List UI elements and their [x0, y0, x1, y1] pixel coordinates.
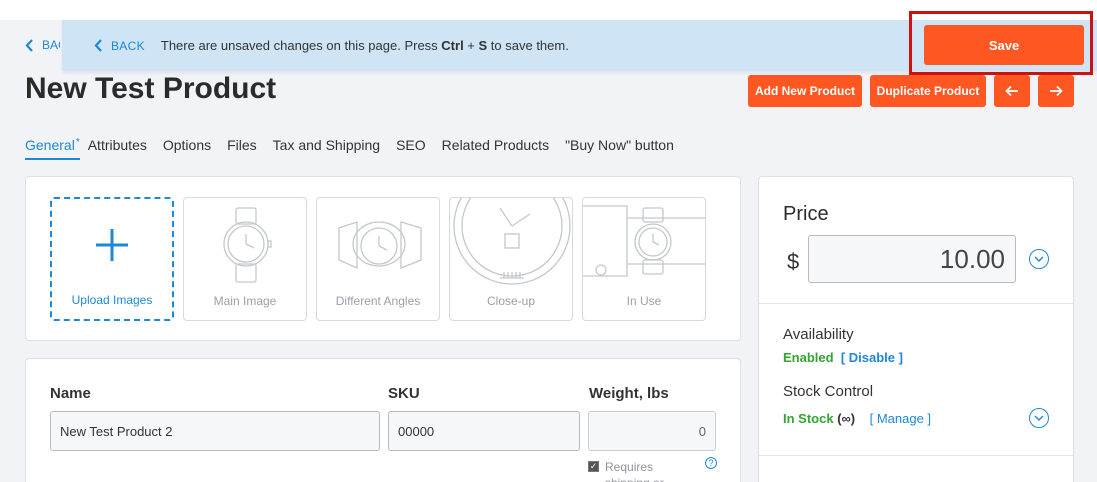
availability-status: Enabled [ Disable ] — [783, 350, 903, 365]
sku-input[interactable]: 00000 — [388, 411, 580, 451]
manage-stock-link[interactable]: [ Manage ] — [870, 411, 931, 426]
duplicate-product-button[interactable]: Duplicate Product — [870, 75, 986, 107]
price-label: Price — [783, 203, 829, 225]
name-label: Name — [50, 385, 91, 402]
different-angles-label: Different Angles — [335, 294, 421, 308]
stock-divider — [759, 455, 1073, 456]
disable-link[interactable]: [ Disable ] — [841, 350, 903, 365]
in-use-slot[interactable]: In Use — [582, 197, 706, 321]
stock-status-text: In Stock — [783, 411, 834, 426]
tab-buy-now-button[interactable]: "Buy Now" button — [565, 137, 674, 160]
watch-wrist-icon — [583, 205, 705, 277]
price-panel: Price $ 10.00 Availability Enabled [ Dis… — [758, 176, 1074, 482]
stock-control-label: Stock Control — [783, 383, 874, 400]
tab-files[interactable]: Files — [227, 137, 257, 160]
tab-general-label: General — [25, 137, 75, 153]
product-tabs: General* Attributes Options Files Tax an… — [25, 137, 674, 160]
currency-symbol: $ — [787, 249, 800, 274]
images-panel: Upload Images Main Image Different Angle… — [25, 176, 741, 341]
in-use-label: In Use — [626, 294, 662, 308]
sku-label: SKU — [388, 385, 420, 402]
close-up-label: Close-up — [486, 294, 536, 308]
save-highlight-box: Save — [909, 11, 1093, 75]
weight-label: Weight, lbs — [589, 385, 669, 402]
shortcut-key-s: S — [478, 38, 488, 53]
tab-attributes[interactable]: Attributes — [88, 137, 147, 160]
arrow-left-icon — [1005, 85, 1018, 97]
unsaved-message-prefix: There are unsaved changes on this page. … — [160, 38, 442, 53]
price-divider — [759, 303, 1073, 304]
modified-mark: * — [75, 137, 80, 148]
back-link-behind[interactable]: BACK — [25, 38, 60, 52]
save-button[interactable]: Save — [924, 25, 1084, 65]
tab-related-products[interactable]: Related Products — [442, 137, 549, 160]
tab-general[interactable]: General* — [25, 137, 80, 160]
arrow-right-icon — [1050, 85, 1063, 97]
different-angles-slot[interactable]: Different Angles — [316, 197, 440, 321]
next-product-button[interactable] — [1038, 75, 1074, 107]
main-image-label: Main Image — [213, 294, 277, 308]
unsaved-message-suffix: to save them. — [487, 38, 569, 53]
back-link-label: BACK — [111, 38, 145, 53]
name-input[interactable]: New Test Product 2 — [50, 411, 380, 451]
stock-status: In Stock (∞) [ Manage ] — [783, 411, 931, 426]
shortcut-plus: + — [463, 38, 479, 53]
close-up-slot[interactable]: Close-up — [449, 197, 573, 321]
tab-tax-and-shipping[interactable]: Tax and Shipping — [273, 137, 380, 160]
chevron-down-icon — [1034, 256, 1044, 262]
price-input[interactable]: 10.00 — [808, 235, 1016, 283]
tab-seo[interactable]: SEO — [396, 137, 426, 160]
requires-shipping-checkbox[interactable]: ✓ Requires shipping or — [588, 459, 673, 482]
unsaved-message: There are unsaved changes on this page. … — [161, 38, 569, 53]
add-new-product-button[interactable]: Add New Product — [748, 75, 862, 107]
help-icon[interactable]: ? — [705, 457, 717, 469]
price-options-toggle[interactable] — [1029, 249, 1049, 269]
product-fields-panel: Name New Test Product 2 SKU 00000 Weight… — [25, 358, 741, 482]
chevron-left-icon — [25, 38, 33, 52]
stock-quantity: (∞) — [837, 411, 856, 426]
plus-icon — [96, 229, 128, 261]
stock-options-toggle[interactable] — [1029, 408, 1049, 428]
upload-images-label: Upload Images — [71, 293, 153, 307]
availability-label: Availability — [783, 326, 854, 343]
shortcut-key-ctrl: Ctrl — [441, 38, 464, 53]
availability-status-text: Enabled — [783, 350, 834, 365]
chevron-left-icon — [94, 39, 102, 52]
main-image-slot[interactable]: Main Image — [183, 197, 307, 321]
weight-input[interactable]: 0 — [588, 411, 716, 451]
watch-icon — [223, 207, 272, 283]
watch-closeup-icon — [453, 198, 571, 285]
watch-angle-icon — [338, 221, 422, 270]
back-link-behind-label: BACK — [42, 38, 60, 52]
page-title: New Test Product — [25, 72, 277, 105]
upload-images-tile[interactable]: Upload Images — [50, 197, 174, 321]
chevron-down-icon — [1034, 415, 1044, 421]
checkbox-checked-icon: ✓ — [588, 461, 599, 472]
tab-options[interactable]: Options — [163, 137, 211, 160]
requires-shipping-label: Requires shipping or — [605, 460, 664, 482]
previous-product-button[interactable] — [994, 75, 1030, 107]
back-link[interactable]: BACK — [94, 39, 145, 53]
